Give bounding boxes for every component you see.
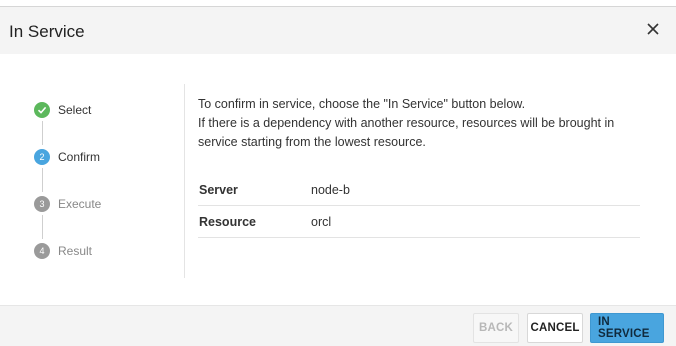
close-icon [647, 23, 659, 35]
step-connector [42, 121, 43, 145]
step-number-badge: 4 [34, 242, 50, 259]
step-label-result: Result [58, 243, 93, 258]
vertical-divider [184, 84, 185, 278]
step-complete-badge [34, 101, 50, 118]
description-line-3: service starting from the lowest resourc… [198, 135, 426, 149]
check-icon [37, 106, 47, 114]
step-connector [42, 215, 43, 239]
confirm-content: To confirm in service, choose the "In Se… [198, 95, 640, 238]
step-label-select: Select [58, 102, 92, 117]
resource-value: orcl [310, 205, 640, 238]
step-connector [42, 168, 43, 192]
close-button[interactable] [642, 18, 664, 40]
description-line-1: To confirm in service, choose the "In Se… [198, 97, 526, 111]
description-line-2: If there is a dependency with another re… [198, 116, 615, 130]
step-execute: 3 Execute [34, 192, 184, 215]
back-button[interactable]: BACK [473, 313, 519, 343]
wizard-steps: Select 2 Confirm 3 Execute 4 Result [34, 98, 184, 262]
cancel-button[interactable]: CANCEL [527, 313, 583, 343]
table-row: Resource orcl [198, 205, 640, 238]
in-service-dialog: In Service Select 2 Confirm 3 Execute 4 … [0, 0, 676, 346]
dialog-footer: BACK CANCEL IN SERVICE [0, 305, 676, 346]
step-result: 4 Result [34, 239, 184, 262]
step-label-execute: Execute [58, 196, 102, 211]
in-service-button[interactable]: IN SERVICE [590, 313, 664, 343]
dialog-header: In Service [0, 6, 676, 54]
confirm-description: To confirm in service, choose the "In Se… [198, 95, 640, 152]
step-number-badge: 2 [34, 148, 50, 165]
server-value: node-b [310, 174, 640, 206]
server-key: Server [198, 174, 310, 206]
step-select: Select [34, 98, 184, 121]
table-row: Server node-b [198, 174, 640, 206]
step-confirm: 2 Confirm [34, 145, 184, 168]
step-label-confirm: Confirm [58, 149, 101, 164]
resource-key: Resource [198, 205, 310, 238]
resource-details-table: Server node-b Resource orcl [198, 174, 640, 238]
step-number-badge: 3 [34, 195, 50, 212]
dialog-title: In Service [9, 22, 85, 41]
